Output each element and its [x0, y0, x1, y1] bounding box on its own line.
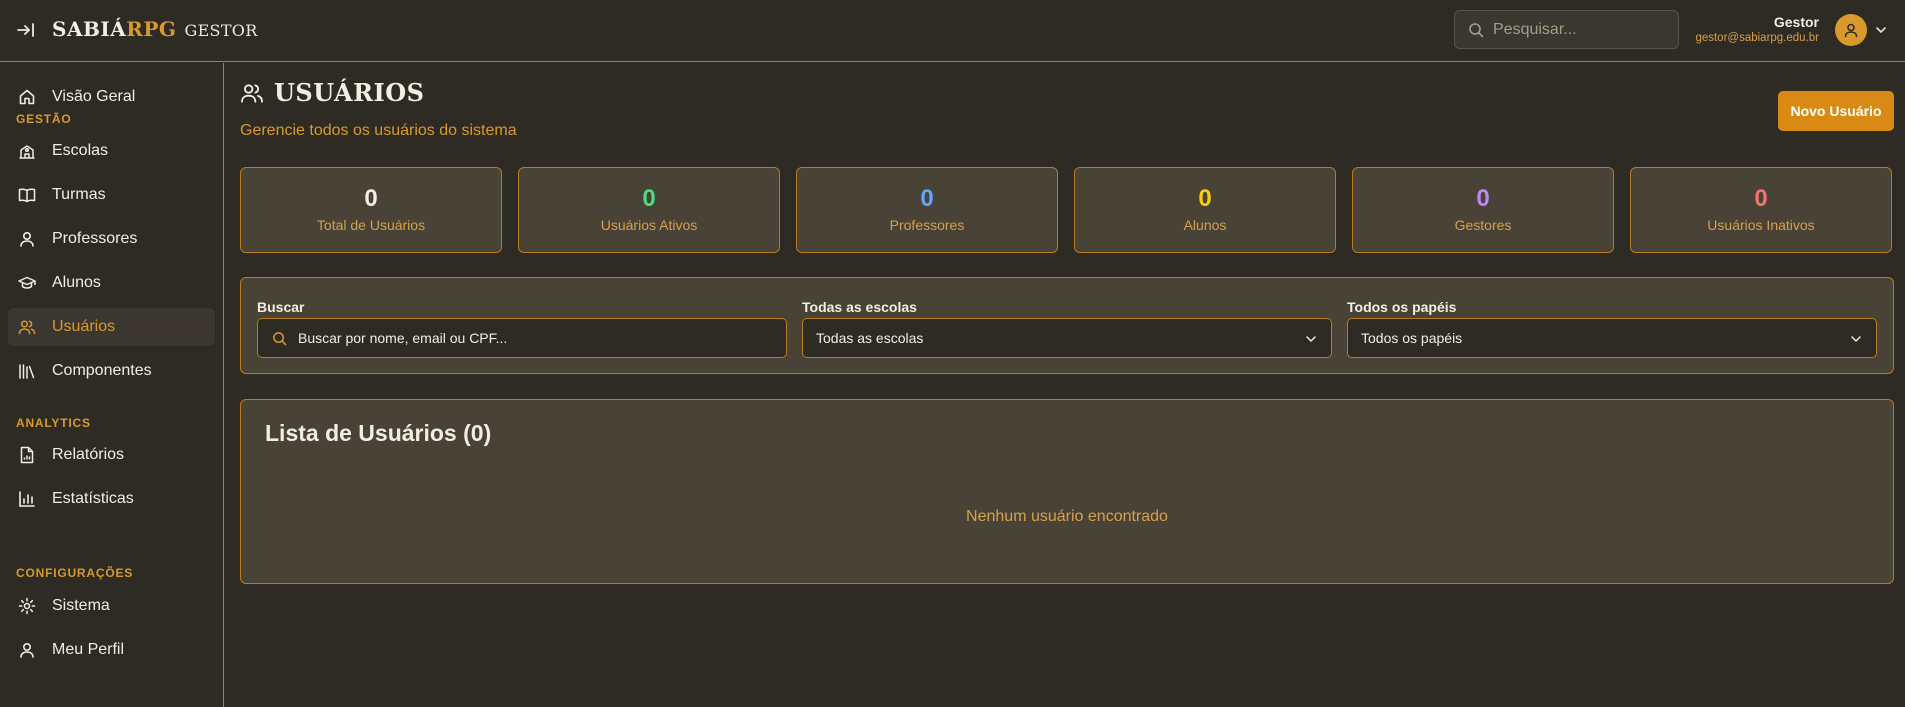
stat-card-inactive: 0 Usuários Inativos	[1630, 167, 1892, 253]
bar-chart-icon	[18, 490, 36, 508]
filter-panel: Buscar Buscar por nome, email ou CPF... …	[240, 277, 1894, 374]
sidebar-section-config: CONFIGURAÇÕES	[16, 566, 134, 580]
role-select[interactable]: Todos os papéis	[1347, 318, 1877, 358]
chevron-down-icon	[1850, 333, 1862, 345]
sidebar-item-label: Meu Perfil	[52, 641, 125, 658]
brand-accent: RPG	[126, 17, 177, 41]
sidebar-item-label: Componentes	[52, 362, 152, 379]
top-bar: SABIÁRPG GESTOR Gestor gestor@sabiarpg.ed…	[0, 0, 1905, 62]
sidebar-item-label: Visão Geral	[52, 88, 136, 105]
stat-value: 0	[920, 185, 934, 212]
sidebar-item-componentes[interactable]: Componentes	[8, 352, 215, 390]
users-icon	[18, 318, 36, 336]
school-filter-label: Todas as escolas	[802, 299, 917, 315]
stat-label: Gestores	[1454, 217, 1512, 233]
stat-card-total: 0 Total de Usuários	[240, 167, 502, 253]
sidebar-item-perfil[interactable]: Meu Perfil	[8, 631, 215, 669]
sidebar-item-escolas[interactable]: Escolas	[8, 132, 215, 170]
avatar[interactable]	[1835, 14, 1867, 46]
graduation-cap-icon	[18, 274, 36, 292]
stat-label: Professores	[889, 217, 965, 233]
stat-card-students: 0 Alunos	[1074, 167, 1336, 253]
user-icon	[18, 641, 36, 659]
stat-value: 0	[642, 185, 656, 212]
user-info[interactable]: Gestor gestor@sabiarpg.edu.br	[1695, 14, 1819, 44]
chevron-down-icon	[1305, 333, 1317, 345]
stat-label: Alunos	[1183, 217, 1227, 233]
sidebar-item-label: Relatórios	[52, 446, 125, 463]
school-select-value: Todas as escolas	[816, 330, 924, 346]
global-search-input[interactable]	[1493, 20, 1663, 39]
stat-value: 0	[1476, 185, 1490, 212]
sidebar-item-sistema[interactable]: Sistema	[8, 587, 215, 625]
sidebar-item-label: Turmas	[52, 186, 106, 203]
role-select-value: Todos os papéis	[1361, 330, 1463, 346]
sidebar: Visão Geral GESTÃO Escolas Turmas Profes…	[0, 63, 224, 707]
page-title-text: USUÁRIOS	[274, 78, 425, 107]
new-user-button[interactable]: Novo Usuário	[1778, 91, 1894, 131]
home-icon	[18, 88, 36, 106]
page-subtitle: Gerencie todos os usuários do sistema	[240, 122, 517, 139]
search-icon	[272, 331, 287, 346]
school-icon	[18, 142, 36, 160]
stat-card-active: 0 Usuários Ativos	[518, 167, 780, 253]
stat-label: Usuários Ativos	[600, 217, 698, 233]
brand-role: GESTOR	[184, 21, 258, 40]
user-name: Gestor	[1773, 14, 1819, 30]
sidebar-item-turmas[interactable]: Turmas	[8, 176, 215, 214]
stat-card-teachers: 0 Professores	[796, 167, 1058, 253]
search-label: Buscar	[257, 299, 305, 315]
user-icon	[1844, 23, 1858, 38]
sidebar-item-label: Usuários	[52, 318, 116, 335]
sidebar-section-analytics: ANALYTICS	[16, 416, 91, 430]
sidebar-item-estatisticas[interactable]: Estatísticas	[8, 480, 215, 518]
sidebar-item-overview[interactable]: Visão Geral	[8, 78, 215, 116]
main-content: USUÁRIOS Gerencie todos os usuários do s…	[225, 63, 1905, 707]
chevron-down-icon[interactable]	[1875, 24, 1887, 36]
stat-card-managers: 0 Gestores	[1352, 167, 1614, 253]
library-icon	[18, 362, 36, 380]
empty-state-message: Nenhum usuário encontrado	[966, 508, 1168, 525]
stat-value: 0	[1198, 185, 1212, 212]
sidebar-item-label: Alunos	[52, 274, 101, 291]
stat-value: 0	[364, 185, 378, 212]
stat-value: 0	[1754, 185, 1768, 212]
sidebar-item-label: Escolas	[52, 142, 109, 159]
user-icon	[18, 230, 36, 248]
sidebar-item-alunos[interactable]: Alunos	[8, 264, 215, 302]
page-title: USUÁRIOS	[240, 78, 424, 107]
collapse-sidebar-icon[interactable]	[16, 20, 36, 40]
sidebar-item-label: Sistema	[52, 597, 110, 614]
file-chart-icon	[18, 446, 36, 464]
user-search-field[interactable]: Buscar por nome, email ou CPF...	[257, 318, 787, 358]
school-select[interactable]: Todas as escolas	[802, 318, 1332, 358]
stat-label: Usuários Inativos	[1707, 217, 1815, 233]
sidebar-item-label: Professores	[52, 230, 138, 247]
sidebar-item-professores[interactable]: Professores	[8, 220, 215, 258]
brand-main: SABIÁ	[52, 17, 127, 41]
gear-icon	[18, 597, 36, 615]
user-email: gestor@sabiarpg.edu.br	[1695, 32, 1819, 44]
sidebar-section-gestao: GESTÃO	[16, 112, 72, 126]
sidebar-item-label: Estatísticas	[52, 490, 134, 507]
users-icon	[240, 81, 264, 105]
stat-label: Total de Usuários	[316, 217, 426, 233]
role-filter-label: Todos os papéis	[1347, 299, 1457, 315]
global-search[interactable]	[1454, 10, 1679, 49]
search-icon	[1468, 22, 1484, 38]
user-search-placeholder: Buscar por nome, email ou CPF...	[298, 330, 508, 346]
brand-logo[interactable]: SABIÁ RPG GESTOR	[52, 17, 258, 41]
sidebar-item-usuarios[interactable]: Usuários	[8, 308, 215, 346]
sidebar-item-relatorios[interactable]: Relatórios	[8, 436, 215, 474]
user-list-panel: Lista de Usuários (0) Nenhum usuário enc…	[240, 399, 1894, 584]
user-list-title: Lista de Usuários (0)	[265, 420, 492, 446]
book-open-icon	[18, 186, 36, 204]
